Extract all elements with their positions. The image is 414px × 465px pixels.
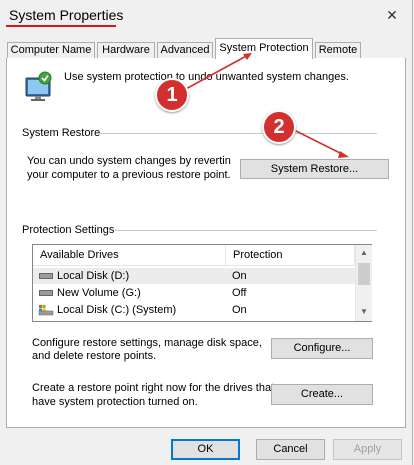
drive-name: New Volume (G:) (57, 287, 141, 299)
list-scrollbar[interactable]: ▲ ▼ (355, 245, 372, 321)
scroll-down-icon[interactable]: ▼ (356, 305, 372, 319)
group-divider (115, 230, 377, 231)
drive-name: Local Disk (D:) (57, 270, 130, 282)
close-icon[interactable]: ✕ (382, 6, 402, 24)
column-header-protection[interactable]: Protection (226, 245, 355, 266)
tab-system-protection[interactable]: System Protection (215, 38, 313, 59)
drive-name: Local Disk (C:) (System) (57, 304, 177, 316)
configure-text-line2: and delete restore points. (32, 350, 157, 362)
create-button[interactable]: Create... (271, 384, 373, 405)
ok-button[interactable]: OK (171, 439, 240, 460)
table-row[interactable]: New Volume (G:) Off (33, 285, 355, 301)
drives-list[interactable]: Available Drives Protection Local Disk (… (32, 244, 372, 322)
system-restore-text-line2: your computer to a previous restore poin… (27, 169, 231, 181)
create-text-line2: have system protection turned on. (32, 396, 198, 408)
cancel-button[interactable]: Cancel (256, 439, 325, 460)
intro-text: Use system protection to undo unwanted s… (64, 71, 349, 83)
system-restore-group-label: System Restore (22, 127, 101, 139)
create-text-line1: Create a restore point right now for the… (32, 382, 275, 394)
table-row[interactable]: Local Disk (D:) On (33, 268, 355, 284)
configure-button[interactable]: Configure... (271, 338, 373, 359)
tab-computer-name[interactable]: Computer Name (7, 42, 95, 58)
group-divider (98, 133, 377, 134)
drive-protection: On (232, 304, 247, 316)
tab-hardware[interactable]: Hardware (97, 42, 155, 58)
tab-advanced[interactable]: Advanced (157, 42, 213, 58)
column-header-available-drives[interactable]: Available Drives (33, 245, 226, 266)
drive-icon (39, 273, 53, 279)
drive-icon (39, 290, 53, 296)
protection-settings-group-label: Protection Settings (22, 224, 115, 236)
tab-remote[interactable]: Remote (315, 42, 361, 58)
computer-shield-icon (22, 70, 56, 104)
scroll-thumb[interactable] (358, 263, 370, 285)
annotation-marker-2: 2 (262, 110, 296, 144)
configure-text-line1: Configure restore settings, manage disk … (32, 337, 262, 349)
system-restore-text-line1: You can undo system changes by revertin (27, 155, 231, 167)
scroll-up-icon[interactable]: ▲ (356, 246, 372, 260)
system-properties-window: System Properties ✕ Computer Name Hardwa… (0, 0, 413, 465)
drive-protection: On (232, 270, 247, 282)
annotation-marker-1: 1 (155, 78, 189, 112)
tab-panel (6, 58, 406, 428)
title-underline (6, 25, 116, 27)
system-restore-button[interactable]: System Restore... (240, 159, 389, 179)
drive-protection: Off (232, 287, 247, 299)
table-row[interactable]: Local Disk (C:) (System) On (33, 302, 355, 318)
apply-button[interactable]: Apply (333, 439, 402, 460)
system-drive-icon (38, 305, 54, 316)
window-title: System Properties (9, 7, 124, 23)
